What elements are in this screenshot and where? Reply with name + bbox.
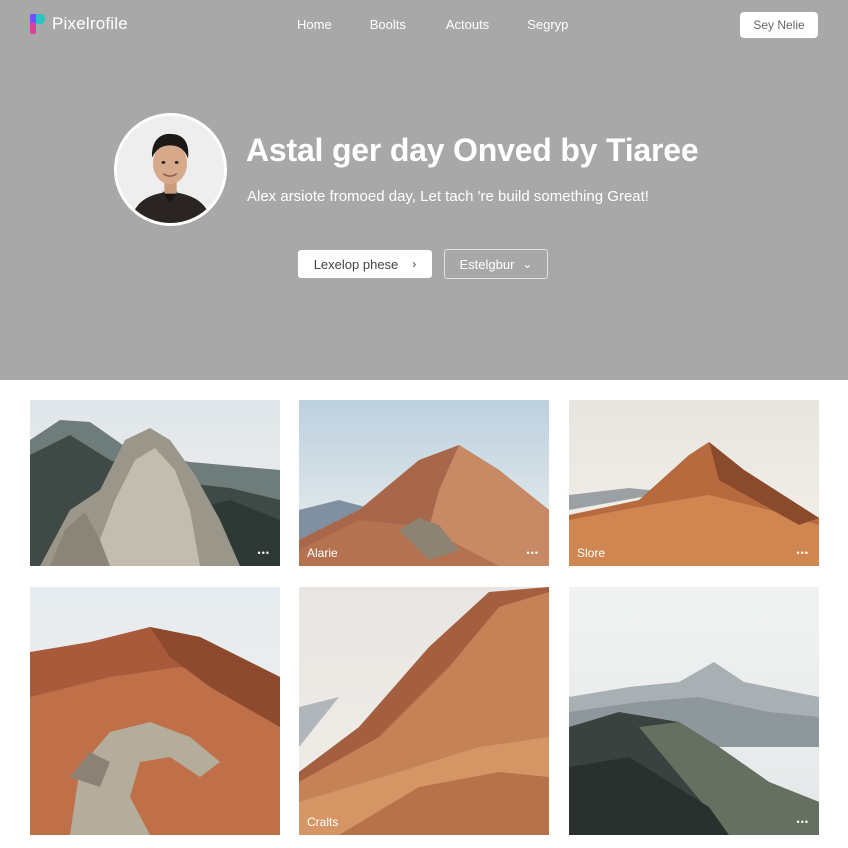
rocky-peak-image — [30, 400, 280, 566]
secondary-dropdown-button[interactable]: Estelgbur ⌄ — [444, 249, 548, 279]
gallery-item-dune-ridge[interactable]: Slore ••• — [569, 400, 819, 566]
nav-item-signup[interactable]: Segryp — [527, 17, 568, 32]
more-options-icon[interactable]: ••• — [527, 548, 539, 558]
gallery-item-label: Alarie — [307, 546, 338, 560]
brand-logo[interactable]: Pixelrofile — [30, 14, 128, 34]
secondary-dropdown-label: Estelgbur — [459, 256, 515, 272]
more-options-icon[interactable]: ••• — [258, 548, 270, 558]
nav-item-books[interactable]: Boolts — [370, 17, 406, 32]
gallery-item-rocky-peak[interactable]: ••• — [30, 400, 280, 566]
gallery-item-desert-peak[interactable]: Alarie ••• — [299, 400, 549, 566]
logo-icon — [30, 14, 46, 34]
primary-cta-button[interactable]: Lexelop phese › — [298, 250, 432, 278]
gallery-item-label: Slore — [577, 546, 606, 560]
more-options-icon[interactable]: ••• — [797, 548, 809, 558]
nav-item-accounts[interactable]: Actouts — [446, 17, 489, 32]
dune-ridge-image — [569, 400, 819, 566]
page-title: Astal ger day Onved by Tiaree — [246, 132, 699, 168]
gallery-item-misty-peaks[interactable]: ••• — [569, 587, 819, 835]
desert-peak-image — [299, 400, 549, 566]
hero-section: Pixelrofile Home Boolts Actouts Segryp S… — [0, 0, 848, 380]
main-nav: Home Boolts Actouts Segryp — [297, 17, 606, 32]
header-cta-button[interactable]: Sey Nelie — [740, 12, 818, 38]
red-mountain-image — [30, 587, 280, 835]
chevron-right-icon: › — [412, 257, 417, 271]
misty-peaks-image — [569, 587, 819, 835]
primary-cta-label: Lexelop phese — [313, 256, 399, 272]
gallery-item-red-mountain[interactable] — [30, 587, 280, 835]
avatar — [114, 113, 227, 226]
nav-item-home[interactable]: Home — [297, 17, 332, 32]
gallery-item-label: Cralts — [307, 815, 339, 829]
more-options-icon[interactable]: ••• — [797, 817, 809, 827]
brand-name: Pixelrofile — [52, 14, 128, 33]
gallery-item-sand-dune[interactable]: Cralts — [299, 587, 549, 835]
sand-dune-image — [299, 587, 549, 835]
hero-subtitle: Alex arsiote fromoed day, Let tach 're b… — [247, 188, 649, 205]
profile-photo — [117, 116, 224, 223]
chevron-down-icon: ⌄ — [522, 257, 533, 271]
